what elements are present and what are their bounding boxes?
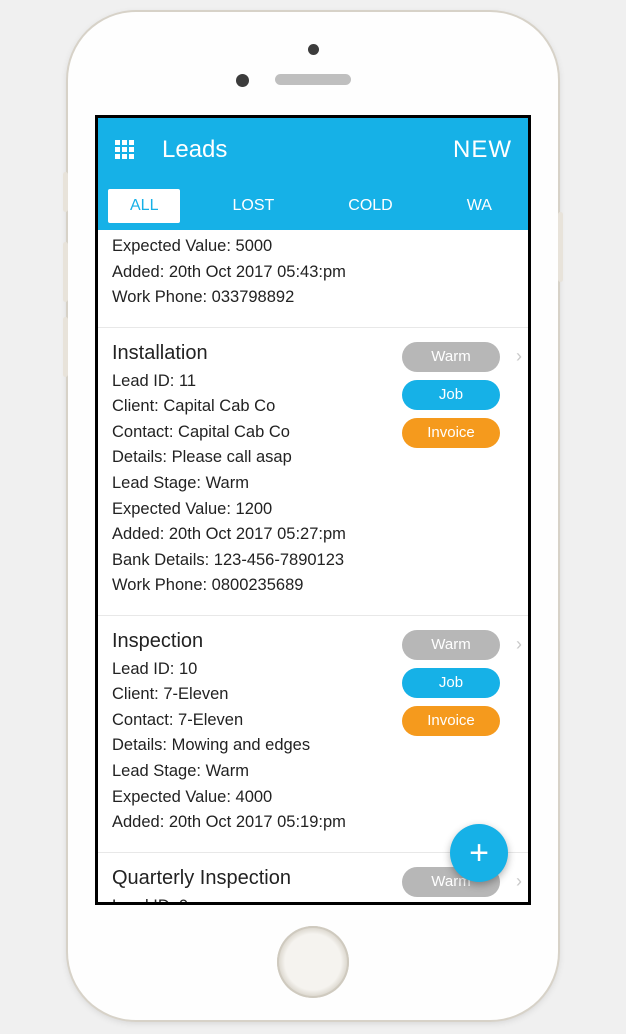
bank-details: Bank Details: 123-456-7890123 [112,548,514,574]
new-button[interactable]: NEW [453,136,512,164]
expected-value: Expected Value: 5000 [112,234,514,260]
phone-frame: Leads NEW ALL LOST COLD WA Expected Valu… [68,12,558,1020]
work-phone: Work Phone: 0800235689 [112,573,514,599]
tab-lost[interactable]: LOST [210,189,296,223]
front-camera [236,74,249,87]
action-pills: Warm Job Invoice [402,342,500,456]
lead-stage: Lead Stage: Warm [112,471,514,497]
work-phone: Work Phone: 033798892 [112,285,514,311]
lead-stage: Lead Stage: Warm [112,759,514,785]
proximity-sensor [308,44,319,55]
phone-mute-switch [63,172,68,212]
added-date: Added: 20th Oct 2017 05:19:pm [112,810,514,836]
lead-card[interactable]: › Warm Job Invoice Installation Lead ID:… [98,328,528,616]
chevron-right-icon: › [516,346,522,367]
invoice-button[interactable]: Invoice [402,418,500,448]
app-header: Leads NEW [98,118,528,182]
added-date: Added: 20th Oct 2017 05:27:pm [112,522,514,548]
invoice-button[interactable]: Invoice [402,706,500,736]
tab-all[interactable]: ALL [108,189,180,223]
stage-pill-warm[interactable]: Warm [402,630,500,660]
stage-pill-warm[interactable]: Warm [402,342,500,372]
phone-volume-up [63,242,68,302]
fab-add-button[interactable]: + [450,824,508,882]
phone-power-button [558,212,563,282]
phone-volume-down [63,317,68,377]
lead-card[interactable]: › Warm Job Invoice Inspection Lead ID: 1… [98,616,528,853]
action-pills: Warm Job Invoice [402,630,500,744]
job-button[interactable]: Job [402,668,500,698]
leads-list[interactable]: Expected Value: 5000 Added: 20th Oct 201… [98,230,528,902]
screen: Leads NEW ALL LOST COLD WA Expected Valu… [95,115,531,905]
page-title: Leads [162,136,453,164]
earpiece-speaker [275,74,351,85]
tab-cold[interactable]: COLD [326,189,414,223]
home-button[interactable] [277,926,349,998]
expected-value: Expected Value: 1200 [112,497,514,523]
added-date: Added: 20th Oct 2017 05:43:pm [112,260,514,286]
expected-value: Expected Value: 4000 [112,785,514,811]
lead-card-partial[interactable]: Expected Value: 5000 Added: 20th Oct 201… [98,230,528,328]
chevron-right-icon: › [516,634,522,655]
menu-grid-icon[interactable] [114,139,136,161]
filter-tabs: ALL LOST COLD WA [98,182,528,230]
job-button[interactable]: Job [402,380,500,410]
chevron-right-icon: › [516,871,522,892]
tab-warm[interactable]: WA [445,189,492,223]
